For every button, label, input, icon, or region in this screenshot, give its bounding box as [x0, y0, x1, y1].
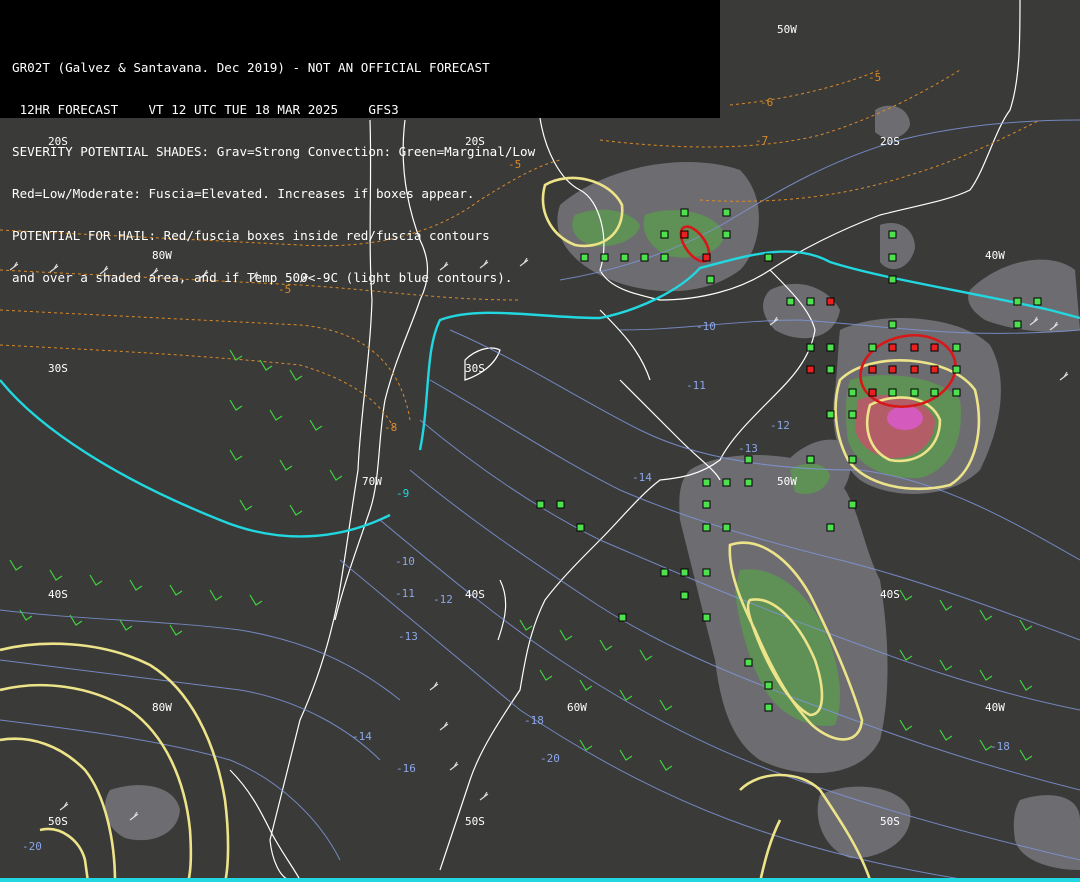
temp-label: -16	[396, 762, 416, 775]
lon-label-40w: 40W	[985, 249, 1005, 262]
temp-label: -10	[696, 320, 716, 333]
temp-label: -9	[396, 487, 409, 500]
temp-label: -11	[686, 379, 706, 392]
lat-label-40s: 40S	[880, 588, 900, 601]
lat-label-20s: 20S	[880, 135, 900, 148]
lat-label-50s: 50S	[880, 815, 900, 828]
temp-label: -14	[632, 471, 652, 484]
lat-label-50s: 50S	[48, 815, 68, 828]
temp-label: -11	[395, 587, 415, 600]
header-forecast-time: 12HR FORECAST VT 12 UTC TUE 18 MAR 2025 …	[12, 103, 399, 117]
temp-label: -7	[755, 134, 768, 147]
temp-label: -20	[22, 840, 42, 853]
lon-label-40w: 40W	[985, 701, 1005, 714]
forecast-header: GR02T (Galvez & Santavana. Dec 2019) - N…	[0, 0, 720, 285]
header-title: GR02T (Galvez & Santavana. Dec 2019) - N…	[12, 61, 490, 75]
lat-label-30s: 30S	[48, 362, 68, 375]
temp-label: -13	[738, 442, 758, 455]
header-legend-colors: Red=Low/Moderate: Fuscia=Elevated. Incre…	[12, 187, 475, 201]
temp-label: -10	[395, 555, 415, 568]
lon-label-50w: 50W	[777, 23, 797, 36]
lat-label-50s: 50S	[465, 815, 485, 828]
temp-label: -18	[524, 714, 544, 727]
temp-label: -18	[990, 740, 1010, 753]
header-legend-hail: POTENTIAL FOR HAIL: Red/fuscia boxes ins…	[12, 229, 490, 243]
temp-label: -12	[433, 593, 453, 606]
lat-label-30s: 30S	[465, 362, 485, 375]
bottom-border	[0, 878, 1080, 882]
lon-label-50w: 50W	[777, 475, 797, 488]
header-legend-severity: SEVERITY POTENTIAL SHADES: Grav=Strong C…	[12, 145, 536, 159]
lat-label-40s: 40S	[48, 588, 68, 601]
lat-label-40s: 40S	[465, 588, 485, 601]
temp-label: -13	[398, 630, 418, 643]
temp-label: -5	[868, 71, 881, 84]
lon-label-80w: 80W	[152, 701, 172, 714]
temp-label: -14	[352, 730, 372, 743]
lon-label-60w: 60W	[567, 701, 587, 714]
header-legend-hail-condition: and over a shaded area, and if Temp 500<…	[12, 271, 513, 285]
temp-label: -8	[384, 421, 397, 434]
temp-label: -20	[540, 752, 560, 765]
temp-label: -12	[770, 419, 790, 432]
temp-label: -6	[760, 96, 773, 109]
lon-label-70w: 70W	[362, 475, 382, 488]
